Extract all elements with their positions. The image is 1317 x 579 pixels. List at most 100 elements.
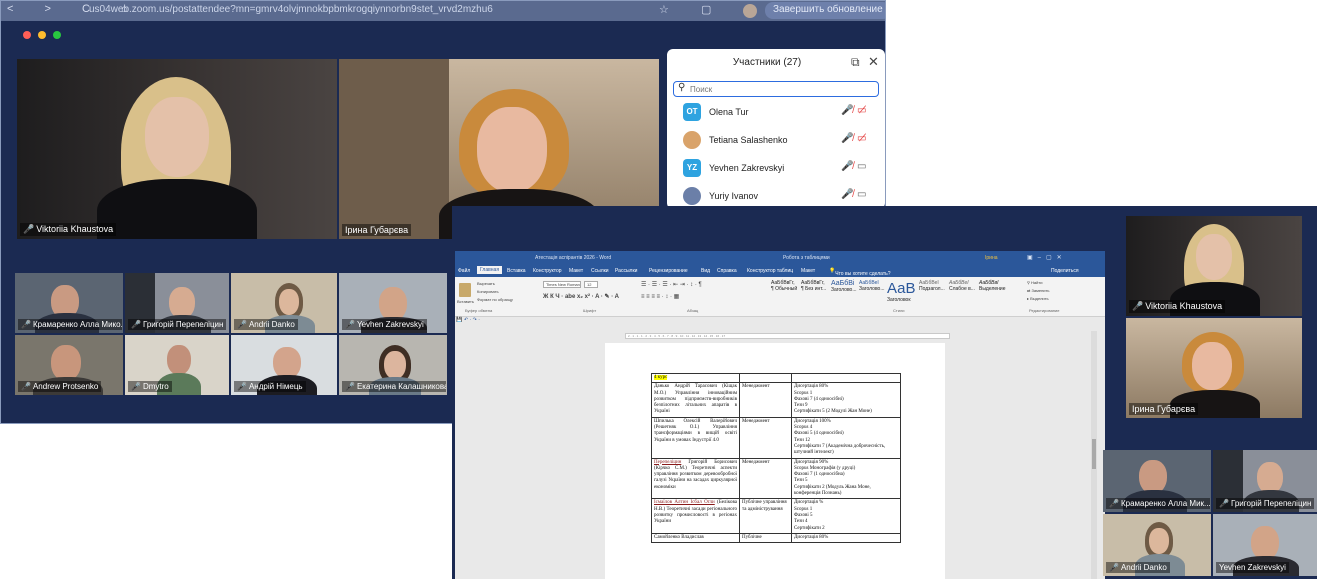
participant-row[interactable]: OT Olena Tur 🎤̸ ▭̸	[683, 101, 879, 125]
table-cell: Дисертація 80%	[791, 532, 901, 544]
word-menu: Файл Главная Вставка Конструктор Макет С…	[455, 265, 1105, 277]
font-size-select[interactable]: 12	[584, 281, 598, 288]
participant-name: Yevhen Zakrevskyi	[1216, 562, 1289, 573]
menu-tell-me[interactable]: 💡 Что вы хотите сделать?	[829, 268, 891, 277]
menu-mailings[interactable]: Рассылки	[615, 268, 637, 274]
paste-label: Вставить	[457, 299, 474, 304]
menu-insert[interactable]: Вставка	[507, 268, 526, 274]
menu-table-layout[interactable]: Макет	[801, 268, 815, 274]
copy-button[interactable]: Копировать	[477, 289, 499, 294]
search-icon: ⚲	[678, 82, 686, 93]
muted-mic-icon: 🎤̸	[841, 105, 854, 116]
word-ribbon: Вставить Вырезать Копировать Формат по о…	[455, 277, 1105, 317]
participant-name: 🎤 Viktoriia Khaustova	[20, 223, 117, 236]
find-button[interactable]: ⚲ Найти	[1027, 280, 1042, 285]
popout-icon[interactable]: ⧉	[851, 55, 860, 70]
participant-row[interactable]: Tetiana Salashenko 🎤̸ ▭̸	[683, 129, 879, 153]
style-no-spacing[interactable]: АаБбВвГг, ¶ Без инт...	[801, 280, 826, 302]
group-paragraph: Абзац	[687, 308, 699, 313]
minimize-window-button[interactable]	[38, 31, 46, 39]
style-title[interactable]: АаВ Заголовок	[887, 280, 916, 303]
window-buttons[interactable]: ▣ – ▢ ✕	[1027, 254, 1062, 261]
participant-name: Ірина Губарєва	[342, 224, 412, 236]
table-cell: Данько Андрій Тарасович (Кіщак М.О.) Упр…	[651, 382, 740, 418]
video-tile-small[interactable]: 🎤 Крамаренко Алла Мико...	[15, 273, 123, 333]
menu-view[interactable]: Вид	[701, 268, 710, 274]
style-heading-1[interactable]: АаБбВі Заголово...	[831, 280, 857, 302]
quick-access-toolbar[interactable]: 💾 ↶ · ↷ ·	[455, 317, 1105, 327]
list-buttons[interactable]: ☰ · ☰ · ☰ · ⇤ ⇥ · ↕ · ¶	[641, 281, 702, 288]
table-row: Ісмаїлов Алтин Ісбал Огли (Белікова Н.В.…	[651, 498, 901, 534]
video-tile-small[interactable]: 🎤 Andrii Danko	[231, 273, 337, 333]
address-bar[interactable]: us04web.zoom.us/postattendee?mn=gmrv4olv…	[89, 4, 493, 15]
video-tile-small[interactable]: 🎤 Григорій Перепеліцин	[1213, 450, 1317, 512]
year-header: 4 курс	[654, 375, 668, 380]
menu-design[interactable]: Конструктор	[533, 268, 562, 274]
menu-help[interactable]: Справка	[717, 268, 737, 274]
video-tile-small[interactable]: 🎤 Григорій Перепеліцин	[125, 273, 229, 333]
close-icon[interactable]: ✕	[868, 54, 879, 70]
cut-button[interactable]: Вырезать	[477, 281, 495, 286]
align-buttons[interactable]: ≡ ≡ ≡ ≡ · ↕ · ▦	[641, 293, 679, 300]
context-title: Робота з таблицями	[783, 255, 830, 261]
profile-avatar[interactable]	[743, 4, 757, 18]
participants-search[interactable]: ⚲	[673, 81, 879, 97]
maximize-window-button[interactable]	[53, 31, 61, 39]
video-tile-small[interactable]: 🎤 Andrii Danko	[1103, 514, 1211, 576]
word-titlebar: Атестація аспірантів 2026 - Word Робота …	[455, 251, 1105, 265]
select-button[interactable]: ▸ Выделить	[1027, 296, 1049, 301]
video-tile-viktoriia[interactable]: 🎤 Viktoriia Khaustova	[1126, 216, 1302, 316]
search-input[interactable]	[690, 83, 870, 95]
menu-home[interactable]: Главная	[477, 266, 503, 274]
video-tile-small[interactable]: 🎤 Yevhen Zakrevskyi	[339, 273, 447, 333]
video-tile-irina[interactable]: Ірина Губарєва	[1126, 318, 1302, 418]
participants-title: Участники (27)	[732, 57, 802, 68]
update-button[interactable]: Завершить обновление	[765, 2, 885, 19]
style-subtle-emphasis[interactable]: АаБбВеІ Слабое в...	[949, 280, 975, 302]
format-painter-button[interactable]: Формат по образцу	[477, 297, 513, 302]
user-name: Ірина	[985, 255, 998, 261]
menu-review[interactable]: Рецензирование	[649, 268, 688, 274]
video-tile-small[interactable]: 🎤 Andrew Protsenko	[15, 335, 123, 395]
table-cell: Дисертація 90% Scopus Монографія (у друц…	[791, 457, 901, 500]
document-page[interactable]: 4 курс Данько Андрій Тарасович (Кіщак М.…	[605, 343, 945, 579]
format-buttons[interactable]: Ж К Ч · abe x₂ x² · A · ✎ · A	[543, 293, 619, 300]
style-subtitle[interactable]: АаБбВеІ Подзагол...	[919, 280, 945, 302]
video-tile-small[interactable]: Yevhen Zakrevskyi	[1213, 514, 1317, 576]
participant-name: 🎤 Dmytro	[128, 381, 172, 392]
video-tile-small[interactable]: 🎤 Dmytro	[125, 335, 229, 395]
style-normal[interactable]: АаБбВвГг, ¶ Обычный	[771, 280, 797, 302]
video-tile-viktoriia[interactable]: 🎤 Viktoriia Khaustova	[17, 59, 337, 239]
attestation-table: 4 курс Данько Андрій Тарасович (Кіщак М.…	[651, 372, 901, 544]
paste-icon[interactable]	[459, 283, 471, 297]
camera-off-icon: ▭̸	[857, 105, 867, 116]
menu-share[interactable]: Поделиться	[1051, 268, 1079, 274]
video-tile-small[interactable]: 🎤 Крамаренко Алла Мик...	[1103, 450, 1211, 512]
style-emphasis[interactable]: АаБбВвІ Выделение	[979, 280, 1006, 302]
table-cell: Публічне управління та адміністрування	[739, 498, 792, 534]
video-tile-small[interactable]: 🎤 Екатерина Калашникова	[339, 335, 447, 395]
participant-row[interactable]: YZ Yevhen Zakrevskyi 🎤̸ ▭	[683, 157, 879, 181]
replace-button[interactable]: ⇄ Заменить	[1027, 288, 1049, 293]
video-tile-small[interactable]: 🎤 Андрій Німець	[231, 335, 337, 395]
bookmark-icon[interactable]: ☆	[659, 3, 669, 16]
participants-panel: Участники (27) ⧉ ✕ ⚲ OT Olena Tur 🎤̸ ▭̸ …	[667, 49, 885, 209]
menu-references[interactable]: Ссылки	[591, 268, 609, 274]
menu-table-design[interactable]: Конструктор таблиц	[747, 268, 793, 274]
close-window-button[interactable]	[23, 31, 31, 39]
vertical-scrollbar[interactable]	[1091, 331, 1097, 579]
scrollbar-thumb[interactable]	[1092, 439, 1096, 469]
menu-file[interactable]: Файл	[458, 268, 470, 274]
browser-toolbar: < > C ⌂ us04web.zoom.us/postattendee?mn=…	[1, 1, 885, 21]
style-heading-2[interactable]: АаБбВеІ Заголово...	[859, 280, 885, 302]
font-name-select[interactable]: Times New Roman	[543, 281, 581, 288]
metric-line: Сертифікати 2	[794, 525, 825, 531]
menu-layout[interactable]: Макет	[569, 268, 583, 274]
group-font: Шрифт	[583, 308, 597, 313]
table-row: Самойленко Владислав Публічне Дисертація…	[651, 532, 901, 544]
table-cell: Самойленко Владислав	[651, 532, 740, 544]
participant-name: Yuriy Ivanov	[709, 191, 759, 201]
ruler-scale: 2 · 1 · 1 · 1 · 2 · 3 · 4 · 5 · 6 · 7 · …	[628, 334, 726, 338]
avatar	[683, 131, 701, 149]
extensions-icon[interactable]: ▢	[701, 3, 711, 16]
